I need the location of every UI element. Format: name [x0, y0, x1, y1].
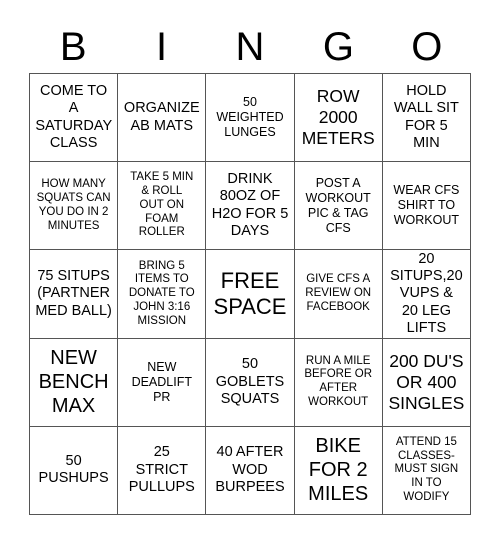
bingo-cell[interactable]: DRINK 80OZ OF H2O FOR 5 DAYS	[206, 162, 295, 251]
header-letter-n: N	[235, 25, 265, 69]
header-letter-o: O	[411, 25, 443, 69]
bingo-cell[interactable]: NEW DEADLIFT PR	[118, 338, 207, 427]
bingo-cell[interactable]: 50 GOBLETS SQUATS	[206, 338, 295, 427]
bingo-cell[interactable]: ORGANIZE AB MATS	[118, 74, 207, 163]
bingo-cell[interactable]: 50 PUSHUPS	[30, 426, 119, 515]
bingo-cell[interactable]: 40 AFTER WOD BURPEES	[206, 426, 295, 515]
bingo-cell[interactable]: ROW 2000 METERS	[294, 74, 383, 163]
bingo-cell[interactable]: 50 WEIGHTED LUNGES	[206, 74, 295, 163]
header-letter-b: B	[59, 25, 87, 69]
bingo-cell[interactable]: GIVE CFS A REVIEW ON FACEBOOK	[294, 250, 383, 339]
bingo-cell[interactable]: NEW BENCH MAX	[30, 338, 119, 427]
bingo-cell[interactable]: 25 STRICT PULLUPS	[118, 426, 207, 515]
bingo-cell[interactable]: COME TO A SATURDAY CLASS	[30, 74, 119, 163]
bingo-cell[interactable]: BRING 5 ITEMS TO DONATE TO JOHN 3:16 MIS…	[118, 250, 207, 339]
bingo-cell[interactable]: WEAR CFS SHIRT TO WORKOUT	[382, 162, 471, 251]
bingo-cell[interactable]: HOLD WALL SIT FOR 5 MIN	[382, 74, 471, 163]
bingo-cell[interactable]: BIKE FOR 2 MILES	[294, 426, 383, 515]
bingo-cell[interactable]: HOW MANY SQUATS CAN YOU DO IN 2 MINUTES	[30, 162, 119, 251]
bingo-cell[interactable]: 75 SITUPS (PARTNER MED BALL)	[30, 250, 119, 339]
bingo-cell[interactable]: RUN A MILE BEFORE OR AFTER WORKOUT	[294, 338, 383, 427]
free-space-cell[interactable]: FREE SPACE	[206, 250, 295, 339]
bingo-grid: COME TO A SATURDAY CLASS ORGANIZE AB MAT…	[29, 73, 471, 515]
bingo-cell[interactable]: ATTEND 15 CLASSES-MUST SIGN IN TO WODIFY	[382, 426, 471, 515]
bingo-cell[interactable]: 200 DU'S OR 400 SINGLES	[382, 338, 471, 427]
header-letter-g: G	[322, 25, 354, 69]
header-letter-i: I	[156, 25, 168, 69]
bingo-cell[interactable]: TAKE 5 MIN & ROLL OUT ON FOAM ROLLER	[118, 162, 207, 251]
bingo-cell[interactable]: 20 SITUPS,20 VUPS & 20 LEG LIFTS	[382, 250, 471, 339]
bingo-cell[interactable]: POST A WORKOUT PIC & TAG CFS	[294, 162, 383, 251]
bingo-header: B I N G O	[29, 22, 471, 72]
